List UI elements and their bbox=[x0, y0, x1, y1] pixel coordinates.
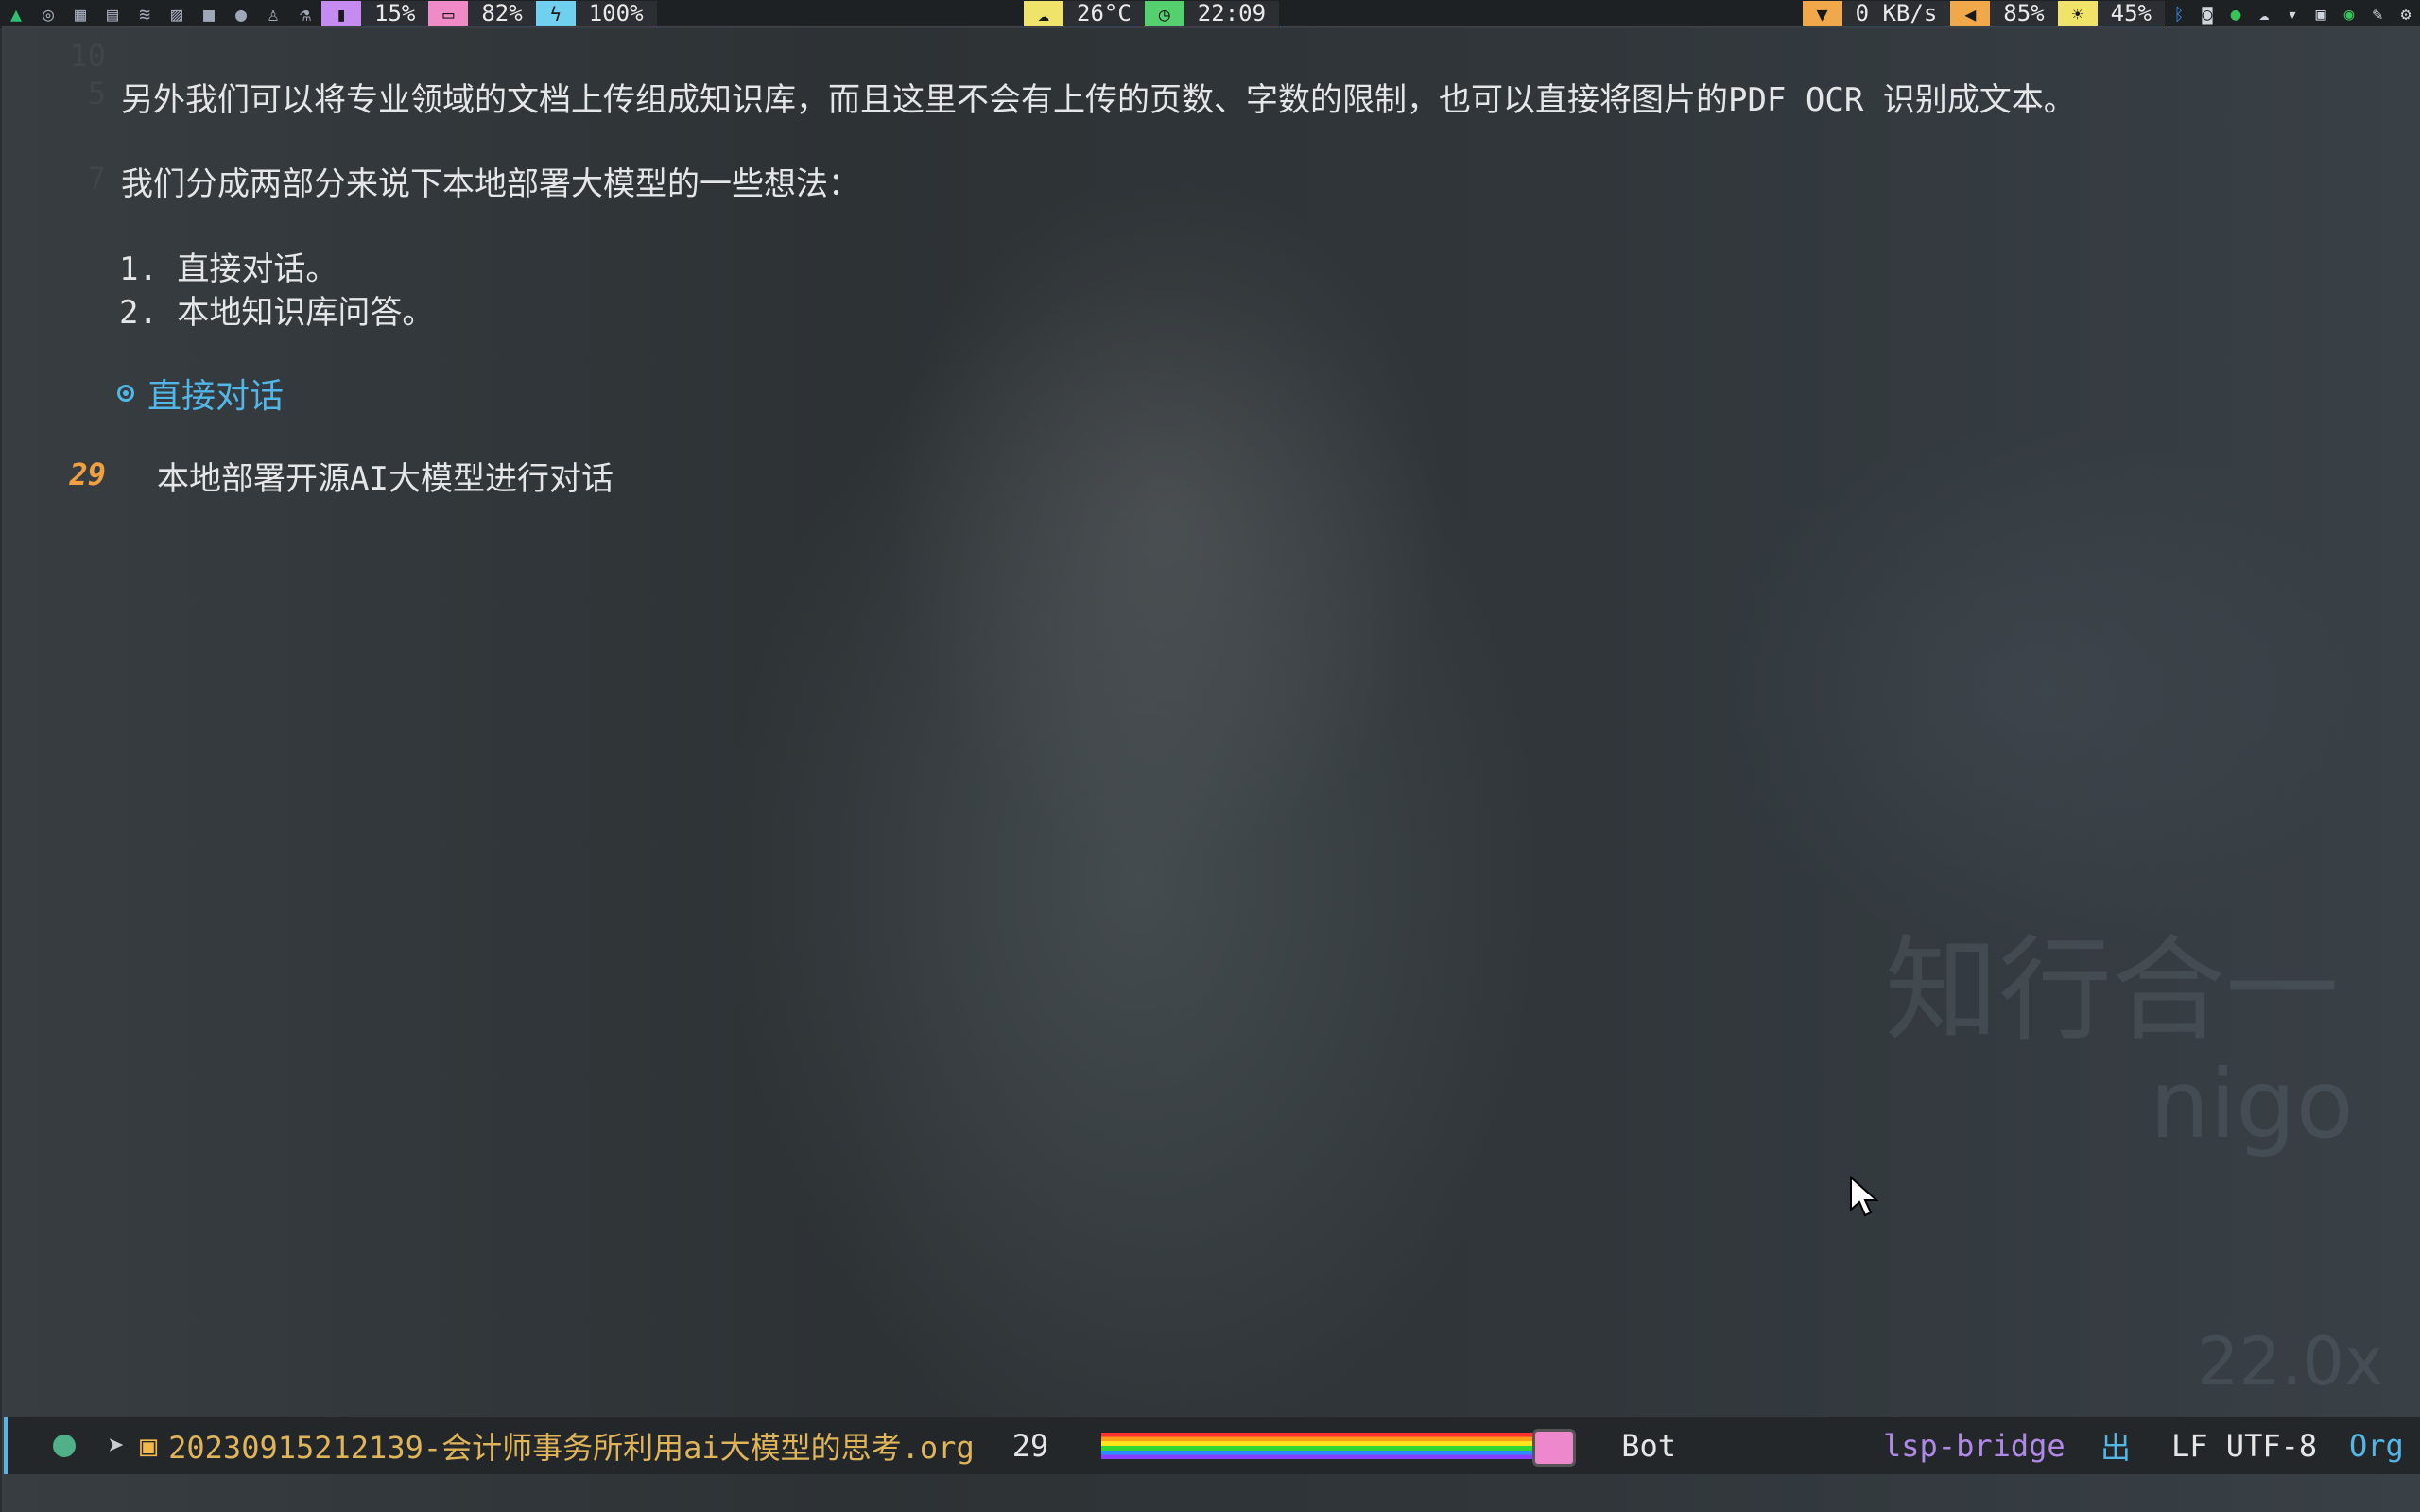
video-icon[interactable]: ■ bbox=[193, 0, 225, 28]
nyan-scroll-progress[interactable] bbox=[1101, 1429, 1577, 1467]
settings-tray-icon[interactable]: ⚙ bbox=[2392, 5, 2420, 25]
camera-icon[interactable]: ◙ bbox=[2193, 5, 2221, 25]
database-icon[interactable]: ≋ bbox=[129, 0, 161, 28]
brightness-indicator[interactable]: ☀ 45% bbox=[2057, 0, 2165, 27]
list-item[interactable]: 1. 直接对话。 bbox=[119, 243, 337, 289]
system-tray: ▼ 0 KB/s ◀ 85% ☀ 45% ᛒ ◙ ● ☁ ▾ ▣ ◉ ✎ ⚙ bbox=[1802, 0, 2420, 28]
wallpaper-watermark-num: 22.0x bbox=[2197, 1323, 2384, 1400]
cpu-value: 15% bbox=[361, 0, 429, 27]
buffer-filename[interactable]: 20230915212139-会计师事务所利用ai大模型的思考.org bbox=[168, 1424, 975, 1468]
battery-indicator[interactable]: ϟ 100% bbox=[535, 0, 657, 27]
wifi-icon: ▼ bbox=[1802, 1, 1842, 27]
arch-icon[interactable]: ▲ bbox=[0, 0, 32, 28]
lsp-status[interactable]: lsp-bridge bbox=[1883, 1428, 2066, 1464]
status-dot-icon bbox=[53, 1435, 76, 1457]
wechat-tray-icon[interactable]: ● bbox=[2221, 5, 2250, 25]
nyan-cat-icon bbox=[1532, 1429, 1577, 1467]
line-number: 7 bbox=[87, 161, 106, 197]
line-number-display: 29 bbox=[1011, 1428, 1049, 1464]
encoding-display[interactable]: LF UTF-8 bbox=[2171, 1428, 2317, 1464]
clock-value: 22:09 bbox=[1184, 0, 1280, 27]
battery-value: 100% bbox=[575, 0, 657, 27]
speaker-icon: ◀ bbox=[1950, 1, 1991, 27]
line-number: 5 bbox=[87, 76, 106, 112]
brightness-value: 45% bbox=[2097, 0, 2165, 27]
mouse-cursor-icon bbox=[1850, 1176, 1879, 1217]
network-indicator[interactable]: ▼ 0 KB/s bbox=[1802, 0, 1951, 27]
bird-icon: ➤ bbox=[108, 1429, 126, 1463]
current-line-number: 29 bbox=[69, 456, 106, 492]
clock-indicator[interactable]: ◷ 22:09 bbox=[1144, 0, 1280, 27]
input-method-icon[interactable]: 出 bbox=[2100, 1424, 2131, 1468]
cloud-tray-icon[interactable]: ☁ bbox=[2250, 5, 2278, 25]
memory-value: 82% bbox=[468, 0, 536, 27]
top-status-bar: ▲ ◎ ▦ ▤ ≋ ▨ ■ ● ♙ ⚗ ▮ 15% ▭ 82% ϟ 100% ☁… bbox=[0, 0, 2420, 28]
update-tray-icon[interactable]: ◉ bbox=[2335, 5, 2363, 25]
wallpaper-watermark-sub: nigo bbox=[2150, 1049, 2354, 1160]
memory-icon: ▭ bbox=[428, 1, 469, 27]
weather-value: 26°C bbox=[1063, 0, 1145, 27]
save-icon[interactable]: ▣ bbox=[140, 1430, 157, 1463]
weather-indicator[interactable]: ☁ 26°C bbox=[1024, 0, 1145, 27]
major-mode[interactable]: Org bbox=[2349, 1428, 2404, 1464]
volume-indicator[interactable]: ◀ 85% bbox=[1950, 0, 2058, 27]
mode-line: ➤ ▣ 20230915212139-会计师事务所利用ai大模型的思考.org … bbox=[4, 1418, 2420, 1474]
editor-window: 知行合一 nigo 22.0x bbox=[4, 28, 2418, 1512]
cpu-indicator[interactable]: ▮ 15% bbox=[321, 0, 429, 27]
wechat-icon[interactable]: ● bbox=[225, 0, 257, 28]
network-value: 0 KB/s bbox=[1841, 0, 1951, 27]
org-heading[interactable]: 直接对话 bbox=[117, 369, 284, 418]
battery-icon: ϟ bbox=[535, 1, 576, 27]
paragraph-line[interactable]: 另外我们可以将专业领域的文档上传组成知识库，而且这里不会有上传的页数、字数的限制… bbox=[121, 74, 2076, 120]
chrome-icon[interactable]: ◎ bbox=[32, 0, 64, 28]
app-launcher: ▲ ◎ ▦ ▤ ≋ ▨ ■ ● ♙ ⚗ ▮ 15% ▭ 82% ϟ 100% bbox=[0, 0, 657, 28]
bluetooth-icon[interactable]: ᛒ bbox=[2165, 5, 2193, 25]
excel-icon[interactable]: ▦ bbox=[64, 0, 96, 28]
sun-icon: ☀ bbox=[2057, 1, 2098, 27]
word-icon[interactable]: ▤ bbox=[96, 0, 129, 28]
photo-tray-icon[interactable]: ▣ bbox=[2307, 5, 2335, 25]
center-status: ☁ 26°C ◷ 22:09 bbox=[1024, 0, 1280, 28]
linux-icon[interactable]: ♙ bbox=[257, 0, 289, 28]
image-icon[interactable]: ▨ bbox=[161, 0, 193, 28]
wifi-tray-icon[interactable]: ▾ bbox=[2278, 5, 2307, 25]
current-line-text[interactable]: 本地部署开源AI大模型进行对话 bbox=[157, 453, 614, 499]
buffer-position: Bot bbox=[1621, 1428, 1677, 1464]
volume-value: 85% bbox=[1990, 0, 2058, 27]
heading-text: 直接对话 bbox=[147, 377, 285, 416]
clock-icon: ◷ bbox=[1144, 1, 1184, 27]
pen-tray-icon[interactable]: ✎ bbox=[2363, 5, 2392, 25]
paragraph-line[interactable]: 我们分成两部分来说下本地部署大模型的一些想法： bbox=[121, 158, 860, 204]
memory-indicator[interactable]: ▭ 82% bbox=[428, 0, 536, 27]
heading-bullet-icon[interactable] bbox=[117, 385, 134, 402]
cloud-icon: ☁ bbox=[1024, 1, 1063, 27]
flask-icon[interactable]: ⚗ bbox=[289, 0, 321, 28]
list-item[interactable]: 2. 本地知识库问答。 bbox=[119, 286, 434, 333]
line-number: 10 bbox=[69, 38, 106, 74]
wallpaper-watermark-title: 知行合一 bbox=[1885, 925, 2339, 1057]
cpu-icon: ▮ bbox=[321, 1, 361, 27]
